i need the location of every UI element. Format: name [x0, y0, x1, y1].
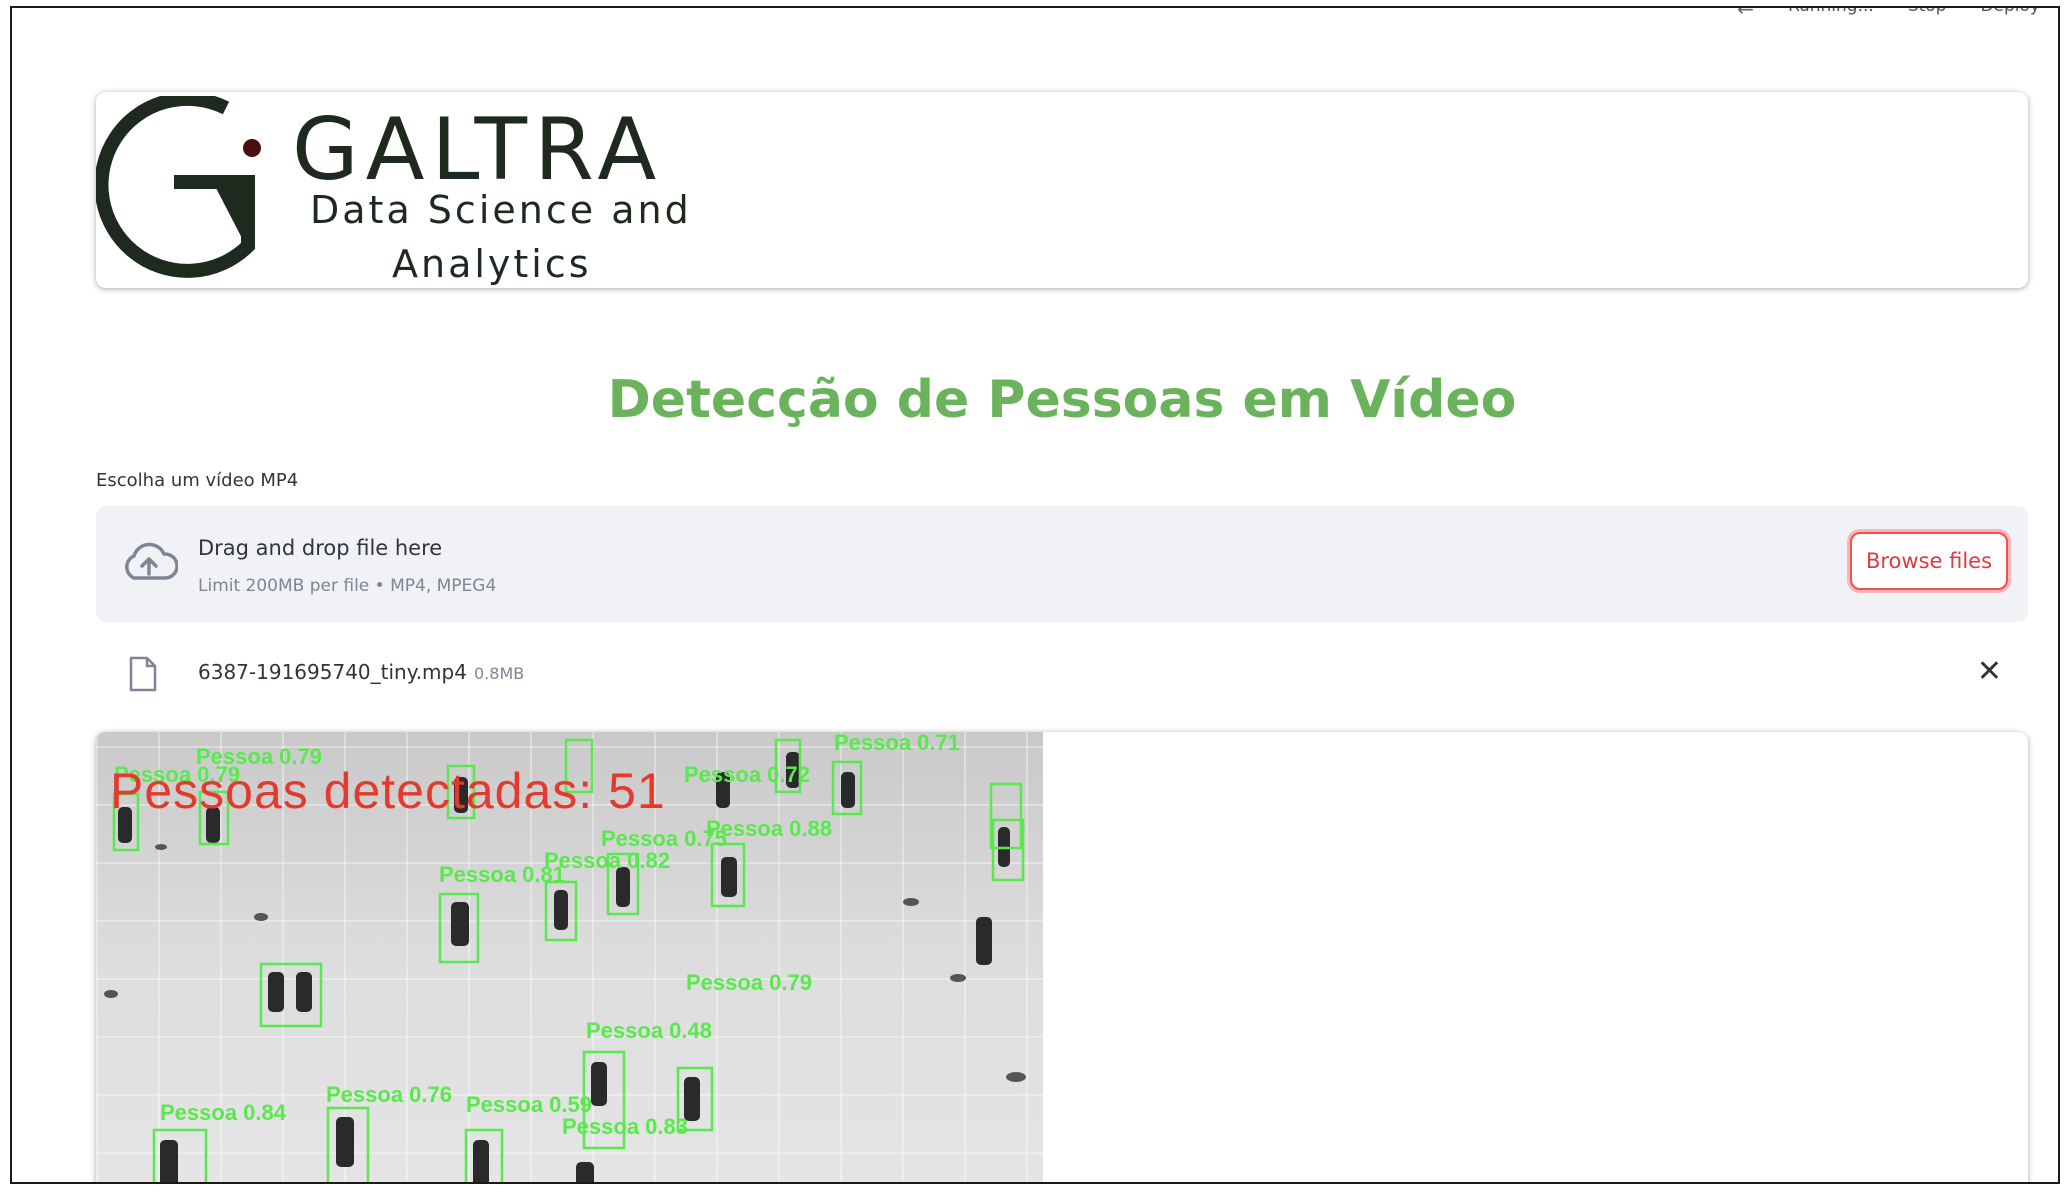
uploader-label: Escolha um vídeo MP4	[96, 470, 299, 491]
deploy-button[interactable]: Deploy	[1980, 8, 2040, 16]
dropzone-limit: Limit 200MB per file • MP4, MPEG4	[198, 576, 497, 596]
file-icon	[129, 656, 157, 692]
cloud-upload-icon	[125, 542, 178, 580]
logo-subtitle-line2: Analytics	[392, 242, 592, 286]
detection-label: Pessoa 0.72	[684, 762, 810, 787]
uploaded-file-row: 6387-191695740_tiny.mp4 0.8MB ✕	[96, 648, 2028, 702]
top-toolbar: ⇄ Running... Stop Deploy	[1737, 6, 2040, 18]
galtra-logo-icon	[96, 96, 261, 278]
file-size: 0.8MB	[474, 664, 525, 683]
detection-label: Pessoa 0.84	[160, 1100, 287, 1125]
detection-label: Pessoa 0.48	[586, 1018, 712, 1043]
detection-label: Pessoa 0.83	[562, 1114, 688, 1139]
file-dropzone[interactable]: Drag and drop file here Limit 200MB per …	[96, 506, 2028, 622]
running-icon: ⇄	[1737, 6, 1754, 18]
detection-label: Pessoa 0.76	[326, 1082, 452, 1107]
file-name: 6387-191695740_tiny.mp4	[198, 660, 467, 684]
app-window: ⇄ Running... Stop Deploy GALTRA Data Sci…	[10, 6, 2060, 1184]
stop-button[interactable]: Stop	[1908, 8, 1947, 16]
video-frame[interactable]: Pessoas detectadas: 51 Pessoa 0.79 Pesso…	[96, 732, 1043, 1182]
close-icon[interactable]: ✕	[1977, 654, 2002, 689]
running-status: Running...	[1787, 6, 1874, 16]
dropzone-instructions: Drag and drop file here	[198, 536, 443, 560]
header-logo-card: GALTRA Data Science and Analytics	[96, 92, 2028, 288]
page-title: Detecção de Pessoas em Vídeo	[607, 370, 1517, 430]
people-count-overlay: Pessoas detectadas: 51	[110, 763, 666, 819]
detection-label: Pessoa 0.79	[686, 970, 812, 995]
video-output-card: Pessoas detectadas: 51 Pessoa 0.79 Pesso…	[96, 732, 2028, 1182]
logo-title: GALTRA	[292, 100, 664, 200]
detection-label: Pessoa 0.71	[834, 732, 960, 755]
browse-files-button[interactable]: Browse files	[1850, 532, 2008, 590]
detection-label: Pessoa 0.81	[439, 862, 565, 887]
logo-subtitle-line1: Data Science and	[310, 188, 692, 232]
